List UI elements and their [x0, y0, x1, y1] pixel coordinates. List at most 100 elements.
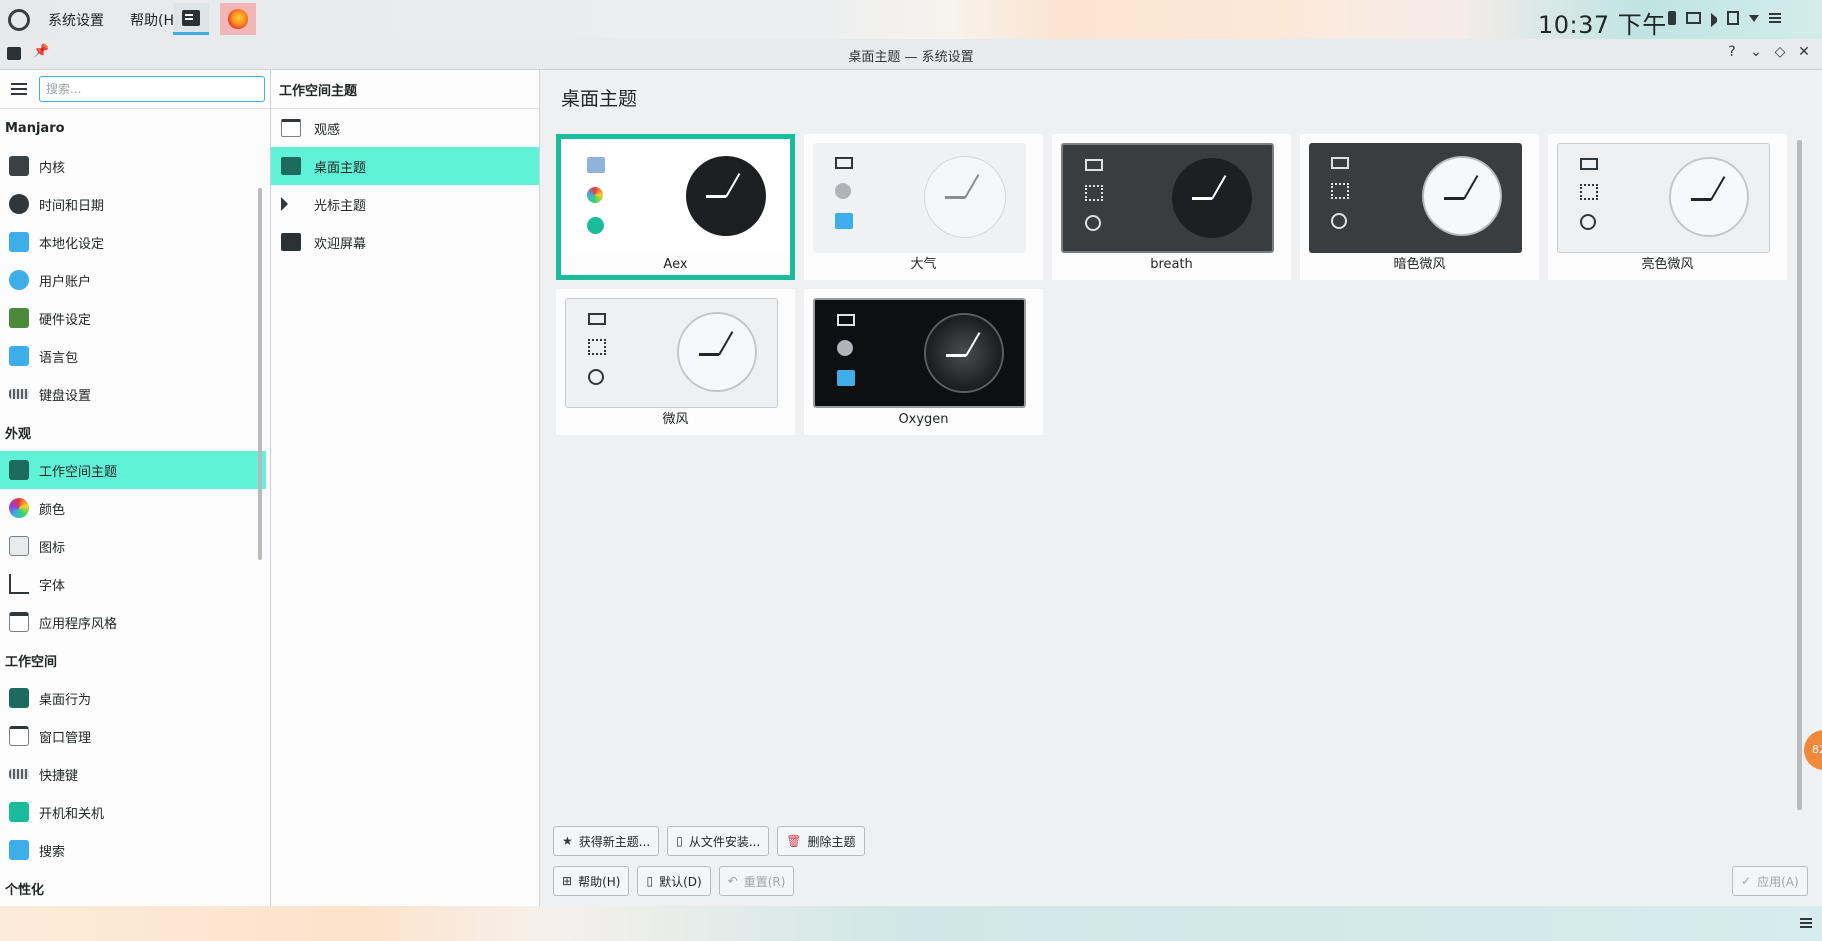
window-minimize-button[interactable]: ⌄	[1744, 44, 1768, 60]
theme-label: 微风	[662, 412, 689, 427]
check-icon: ✓	[1741, 874, 1752, 888]
menu-system-settings[interactable]: 系统设置	[48, 10, 104, 30]
theme-label: breath	[1150, 257, 1193, 272]
theme-card-breeze-dark[interactable]: 暗色微风	[1300, 134, 1539, 280]
hamburger-menu-icon[interactable]	[11, 83, 27, 95]
sidebar-item-datetime[interactable]: 时间和日期	[0, 185, 270, 223]
bottom-panel-menu-icon[interactable]	[1800, 918, 1812, 928]
window-style-icon	[9, 612, 29, 632]
search-input[interactable]	[39, 76, 265, 102]
font-icon	[9, 574, 29, 594]
theme-label: Oxygen	[898, 412, 949, 427]
download-icon	[835, 213, 853, 229]
theme-label: 亮色微风	[1641, 257, 1694, 272]
theme-card-aex[interactable]: Aex	[556, 134, 795, 280]
sidebar-item-search[interactable]: 搜索	[0, 831, 270, 869]
theme-card-oxygen[interactable]: Oxygen	[804, 289, 1043, 435]
reset-button[interactable]: ↶ 重置(R)	[718, 866, 795, 896]
remove-theme-button[interactable]: 🗑 删除主题	[777, 826, 865, 856]
theme-card-breeze-light[interactable]: 亮色微风	[1548, 134, 1787, 280]
window-help-button[interactable]: ?	[1720, 44, 1744, 60]
help-button[interactable]: ⊞ 帮助(H)	[553, 866, 630, 896]
sidebar-item-users[interactable]: 用户账户	[0, 261, 270, 299]
panel-menu-icon[interactable]	[1769, 13, 1781, 23]
subcategory-header: 工作空间主题	[271, 70, 539, 109]
install-from-file-button[interactable]: ▯ 从文件安装...	[667, 826, 770, 856]
monitor-icon	[837, 314, 855, 326]
subcategory-look-and-feel[interactable]: 观感	[271, 109, 539, 147]
clock-preview-icon	[1172, 158, 1252, 238]
icons-icon	[9, 536, 29, 556]
sidebar-item-window-management[interactable]: 窗口管理	[0, 717, 270, 755]
defaults-button[interactable]: ▯ 默认(D)	[637, 866, 711, 896]
sidebar-item-language-packs[interactable]: 语言包	[0, 337, 270, 375]
theme-preview-breeze-light	[1557, 143, 1770, 253]
color-wheel-icon	[9, 498, 29, 518]
sidebar-category-manjaro: Manjaro	[5, 120, 65, 136]
theme-grid-scrollbar[interactable]	[1797, 140, 1802, 810]
monitor-icon	[587, 157, 605, 173]
theme-card-breath[interactable]: breath	[1052, 134, 1291, 280]
apply-button[interactable]: ✓ 应用(A)	[1732, 866, 1808, 896]
theme-card-breeze[interactable]: 微风	[556, 289, 795, 435]
app-launcher-icon[interactable]	[8, 8, 30, 31]
sidebar-item-colors[interactable]: 颜色	[0, 489, 270, 527]
user-icon	[9, 270, 29, 290]
sidebar-item-keyboard[interactable]: 键盘设置	[0, 375, 270, 413]
sidebar-item-kernel[interactable]: 内核	[0, 147, 270, 185]
firefox-icon	[228, 9, 248, 29]
sidebar-scrollbar[interactable]	[258, 188, 262, 560]
sidebar-item-desktop-behavior[interactable]: 桌面行为	[0, 679, 270, 717]
monitor-icon	[835, 157, 853, 169]
taskbar-firefox[interactable]	[220, 3, 256, 35]
volume-icon[interactable]	[1711, 13, 1717, 27]
sidebar-item-app-style[interactable]: 应用程序风格	[0, 603, 270, 641]
window-maximize-button[interactable]: ◇	[1768, 44, 1792, 60]
theme-preview-breeze-dark	[1309, 143, 1522, 253]
theme-preview-breath	[1061, 143, 1274, 253]
clipboard-icon[interactable]	[1727, 11, 1739, 25]
sidebar-item-hardware[interactable]: 硬件设定	[0, 299, 270, 337]
taskbar-system-settings[interactable]	[173, 3, 209, 35]
sidebar-category-personalization: 个性化	[5, 882, 45, 898]
subcategory-desktop-theme[interactable]: 桌面主题	[271, 147, 539, 185]
grid-icon	[1085, 185, 1103, 201]
defaults-icon: ▯	[646, 874, 654, 888]
subcategory-cursor-theme[interactable]: 光标主题	[271, 185, 539, 223]
grid-icon	[1580, 184, 1598, 200]
sidebar-item-locale[interactable]: 本地化设定	[0, 223, 270, 261]
theme-preview-air	[813, 143, 1026, 253]
apps-icon	[587, 187, 603, 203]
clock-preview-icon	[924, 156, 1006, 238]
notification-badge[interactable]: 82	[1804, 730, 1822, 770]
panel-clock[interactable]: 10:37 下午	[1538, 5, 1667, 40]
theme-card-air[interactable]: 大气	[804, 134, 1043, 280]
tray-expand-icon[interactable]	[1749, 15, 1759, 22]
theme-label: 大气	[910, 257, 937, 272]
theme-label: Aex	[663, 257, 688, 272]
clock-preview-icon	[1669, 157, 1749, 237]
help-icon: ⊞	[562, 874, 573, 888]
back-icon	[1331, 213, 1347, 229]
usb-icon[interactable]	[1668, 11, 1676, 25]
main-panel: 桌面主题 Aex 大气 breath 暗色微风 亮色微风 微风 Oxygen 8…	[540, 70, 1822, 906]
sidebar-item-shortcuts[interactable]: 快捷键	[0, 755, 270, 793]
window-titlebar[interactable]: 📌 桌面主题 — 系统设置 ? ⌄ ◇ ✕	[0, 39, 1822, 70]
sidebar-item-workspace-theme[interactable]: 工作空间主题	[0, 451, 266, 489]
network-icon[interactable]	[1686, 12, 1701, 24]
file-icon: ▯	[676, 834, 683, 848]
get-new-themes-button[interactable]: ★ 获得新主题...	[553, 826, 660, 856]
grid-icon	[588, 339, 606, 355]
kernel-icon	[9, 156, 29, 176]
grid-icon	[1331, 183, 1349, 199]
theme-preview-oxygen	[813, 298, 1026, 408]
language-icon	[9, 346, 29, 366]
sidebar-item-startup-shutdown[interactable]: 开机和关机	[0, 793, 270, 831]
sidebar-item-fonts[interactable]: 字体	[0, 565, 270, 603]
window-title: 桌面主题 — 系统设置	[848, 50, 974, 65]
sidebar-item-icons[interactable]: 图标	[0, 527, 270, 565]
subcategory-splash-screen[interactable]: 欢迎屏幕	[271, 223, 539, 261]
hardware-card-icon	[9, 308, 29, 328]
window-close-button[interactable]: ✕	[1792, 44, 1816, 60]
cursor-icon	[281, 197, 288, 211]
